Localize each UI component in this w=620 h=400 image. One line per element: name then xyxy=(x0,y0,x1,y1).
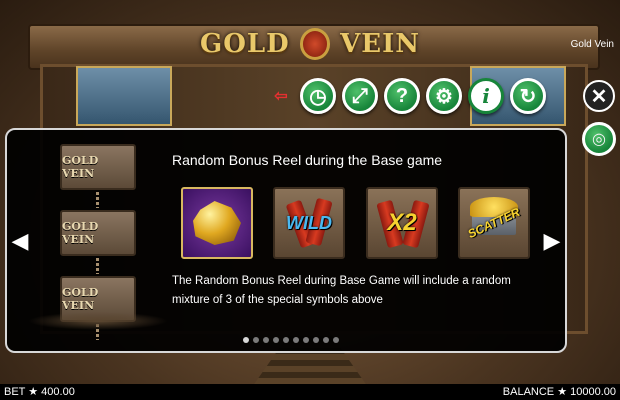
autoplay-icon: ↻ xyxy=(519,85,537,108)
page-dot[interactable] xyxy=(253,337,259,343)
page-dot[interactable] xyxy=(293,337,299,343)
logo-text-right: VEIN xyxy=(340,29,420,59)
help-description: The Random Bonus Reel during Base Game w… xyxy=(172,275,511,306)
fullscreen-button[interactable]: ⤢ xyxy=(342,78,378,114)
balance-display: BALANCE ★ 10000.00 xyxy=(502,386,616,398)
autoplay-button[interactable]: ↻ xyxy=(510,78,546,114)
history-button[interactable]: ◷ xyxy=(300,78,336,114)
multiplier-symbol: X2 xyxy=(366,187,438,259)
page-dot[interactable] xyxy=(283,337,289,343)
page-dot[interactable] xyxy=(333,337,339,343)
settings-button[interactable]: ⚙ xyxy=(426,78,462,114)
coins-icon: ◎ xyxy=(592,131,606,148)
question-icon: ? xyxy=(395,84,409,107)
gold-nugget-icon xyxy=(193,201,241,245)
page-dot[interactable] xyxy=(243,337,249,343)
chain-icon xyxy=(96,258,99,274)
help-heading: Random Bonus Reel during the Base game xyxy=(172,152,443,168)
logo-emblem-icon xyxy=(299,28,331,60)
exit-icon[interactable]: ⇦ xyxy=(268,83,294,109)
wild-symbol: WILD xyxy=(273,187,345,259)
info-icon: i xyxy=(482,84,490,108)
ground-shadow xyxy=(28,312,168,330)
multiplier-label: X2 xyxy=(387,209,417,236)
game-title: Gold Vein xyxy=(570,39,614,50)
chevron-right-icon: ▶ xyxy=(543,228,561,253)
info-button[interactable]: i xyxy=(468,78,504,114)
wild-label: WILD xyxy=(286,212,332,233)
scatter-symbol: SCATTER xyxy=(458,187,530,259)
chain-icon xyxy=(96,192,99,208)
fullscreen-icon: ⤢ xyxy=(352,84,368,107)
status-bar: BET ★ 400.00 BALANCE ★ 10000.00 xyxy=(0,384,620,400)
help-button[interactable]: ? xyxy=(384,78,420,114)
page-indicator xyxy=(243,337,339,343)
chevron-left-icon: ◀ xyxy=(11,228,29,253)
close-button[interactable]: ✕ xyxy=(583,80,615,112)
page-dot[interactable] xyxy=(313,337,319,343)
chest-label: GOLD VEIN xyxy=(62,154,99,180)
game-toolbar: ⇦ ◷ ⤢ ? ⚙ i ↻ xyxy=(268,76,546,116)
page-dot[interactable] xyxy=(303,337,309,343)
page-dot[interactable] xyxy=(323,337,329,343)
clock-icon: ◷ xyxy=(309,85,327,108)
bet-coins-button[interactable]: ◎ xyxy=(582,122,616,156)
prev-page-button[interactable]: ◀ xyxy=(10,228,30,254)
page-dot[interactable] xyxy=(263,337,269,343)
close-icon: ✕ xyxy=(590,85,608,108)
gold-nugget-symbol xyxy=(181,187,253,259)
page-dot[interactable] xyxy=(273,337,279,343)
chest-label: GOLD VEIN xyxy=(62,220,99,246)
logo-text-left: GOLD xyxy=(200,29,290,59)
chest-label: GOLD VEIN xyxy=(62,286,99,312)
reel-symbol xyxy=(76,66,172,126)
mine-chest: GOLD VEIN xyxy=(60,210,136,256)
bet-display: BET ★ 400.00 xyxy=(4,386,75,398)
game-logo: GOLD VEIN xyxy=(200,24,420,64)
gear-icon: ⚙ xyxy=(435,85,453,108)
next-page-button[interactable]: ▶ xyxy=(542,228,562,254)
mine-chest: GOLD VEIN xyxy=(60,144,136,190)
